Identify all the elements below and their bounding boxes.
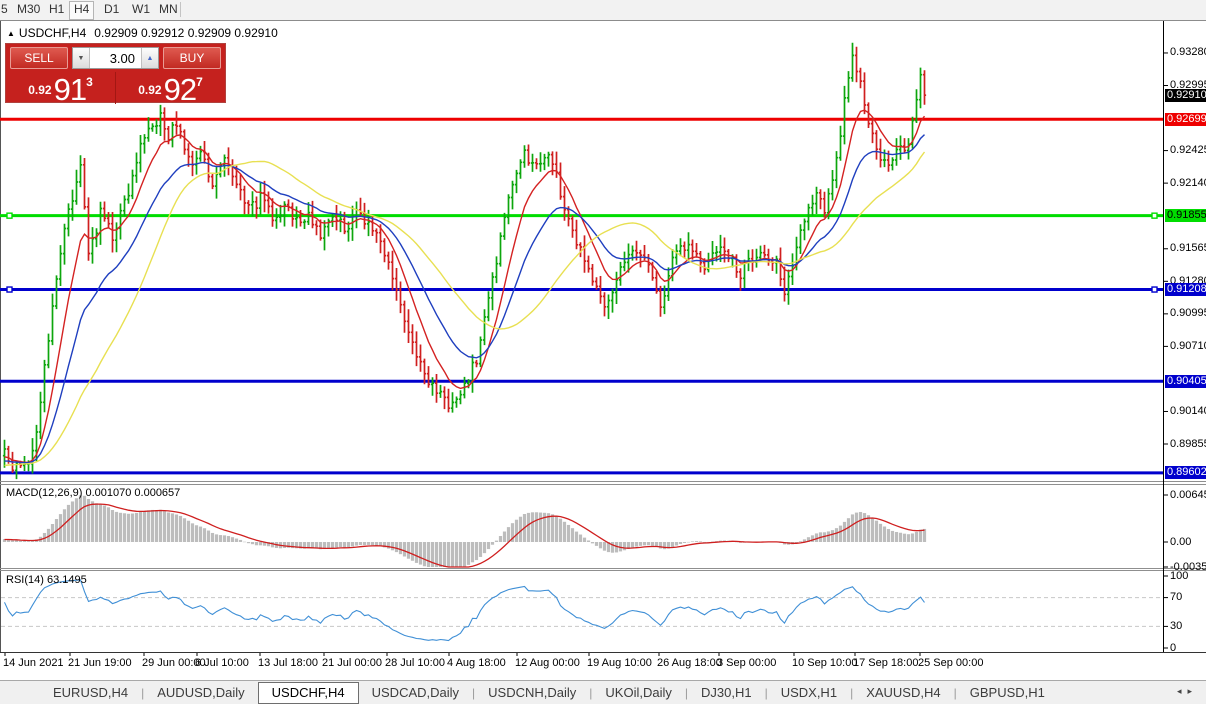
price-tick-label: 0.90995 bbox=[1170, 307, 1206, 319]
time-axis-label: 3 Sep 00:00 bbox=[717, 657, 776, 669]
tab-xauusd-h4[interactable]: XAUUSD,H4 bbox=[853, 682, 953, 704]
current-price-label: 0.92910 bbox=[1165, 89, 1206, 102]
tab-usdcad-daily[interactable]: USDCAD,Daily bbox=[359, 682, 472, 704]
tab-gbpusd-h1[interactable]: GBPUSD,H1 bbox=[957, 682, 1058, 704]
buy-button[interactable]: BUY bbox=[163, 47, 221, 69]
volume-decrease-button[interactable]: ▼ bbox=[73, 48, 90, 68]
tab-usdcnh-daily[interactable]: USDCNH,Daily bbox=[475, 682, 589, 704]
tab-audusd-daily[interactable]: AUDUSD,Daily bbox=[144, 682, 257, 704]
macd-tick-label: 0.00 bbox=[1170, 536, 1191, 548]
time-axis-label: 4 Aug 18:00 bbox=[447, 657, 506, 669]
rsi-indicator-label: RSI(14) 63.1495 bbox=[6, 574, 87, 586]
time-axis-label: 21 Jun 19:00 bbox=[68, 657, 132, 669]
buy-price-display[interactable]: 0.92927 bbox=[116, 72, 225, 104]
volume-input[interactable]: 3.00 bbox=[90, 48, 141, 68]
chart-title: ▲ USDCHF,H4 0.92909 0.92912 0.92909 0.9291… bbox=[7, 26, 278, 40]
mt4-window: 5M30H1H4D1W1MN ▲USDCHF,H40.92909 0.92912… bbox=[0, 0, 1206, 704]
hline-price-label[interactable]: 0.89602 bbox=[1165, 466, 1206, 479]
tab-eurusd-h4[interactable]: EURUSD,H4 bbox=[40, 682, 141, 704]
buy-price-point: 7 bbox=[196, 75, 203, 89]
time-axis-label: 13 Jul 18:00 bbox=[258, 657, 318, 669]
volume-increase-button[interactable]: ▲ bbox=[141, 48, 158, 68]
collapse-chart-icon[interactable]: ▲ bbox=[7, 29, 15, 38]
chart-ohlc-values: 0.92909 0.92912 0.92909 0.92910 bbox=[94, 26, 278, 40]
tab-ukoil-daily[interactable]: UKOil,Daily bbox=[592, 682, 684, 704]
price-tick-label: 0.90710 bbox=[1170, 340, 1206, 352]
sell-button[interactable]: SELL bbox=[10, 47, 68, 69]
rsi-tick-label: 30 bbox=[1170, 620, 1182, 632]
tab-scroll-arrows[interactable]: ◂▸ bbox=[1177, 686, 1198, 697]
tab-usdx-h1[interactable]: USDX,H1 bbox=[768, 682, 850, 704]
chart-symbol-period: USDCHF,H4 bbox=[19, 26, 86, 40]
sell-price-point: 3 bbox=[86, 75, 93, 89]
tab-dj30-h1[interactable]: DJ30,H1 bbox=[688, 682, 765, 704]
time-axis-label: 14 Jun 2021 bbox=[3, 657, 64, 669]
sell-price-pips: 91 bbox=[54, 72, 86, 107]
time-axis-label: 28 Jul 10:00 bbox=[385, 657, 445, 669]
rsi-tick-label: 100 bbox=[1170, 570, 1188, 582]
macd-indicator-label: MACD(12,26,9) 0.001070 0.000657 bbox=[6, 487, 180, 499]
sell-price-prefix: 0.92 bbox=[28, 83, 51, 97]
sell-price-display[interactable]: 0.92913 bbox=[6, 72, 116, 104]
time-axis-label: 25 Sep 00:00 bbox=[918, 657, 983, 669]
time-axis-label: 17 Sep 18:00 bbox=[853, 657, 918, 669]
rsi-tick-label: 70 bbox=[1170, 591, 1182, 603]
price-tick-label: 0.92140 bbox=[1170, 177, 1206, 189]
price-tick-label: 0.92425 bbox=[1170, 144, 1206, 156]
time-axis-label: 12 Aug 00:00 bbox=[515, 657, 580, 669]
price-tick-label: 0.93280 bbox=[1170, 46, 1206, 58]
time-axis-label: 19 Aug 10:00 bbox=[587, 657, 652, 669]
price-tick-label: 0.89855 bbox=[1170, 438, 1206, 450]
time-axis-label: 21 Jul 00:00 bbox=[322, 657, 382, 669]
buy-price-prefix: 0.92 bbox=[138, 83, 161, 97]
hline-price-label[interactable]: 0.91208 bbox=[1165, 283, 1206, 296]
price-tick-label: 0.91565 bbox=[1170, 242, 1206, 254]
time-axis-label: 6 Jul 10:00 bbox=[195, 657, 249, 669]
hline-price-label[interactable]: 0.92699 bbox=[1165, 113, 1206, 126]
hline-price-label[interactable]: 0.91855 bbox=[1165, 209, 1206, 222]
triangle-up-icon: ▲ bbox=[147, 55, 154, 62]
time-axis-label: 26 Aug 18:00 bbox=[657, 657, 722, 669]
tab-usdchf-h4[interactable]: USDCHF,H4 bbox=[258, 682, 359, 704]
time-axis-label: 10 Sep 10:00 bbox=[792, 657, 857, 669]
macd-tick-label: 0.006451 bbox=[1170, 489, 1206, 501]
rsi-tick-label: 0 bbox=[1170, 642, 1176, 654]
one-click-trading-panel: SELL ▼ 3.00 ▲ BUY 0.92913 0.92927 bbox=[5, 43, 226, 103]
buy-price-pips: 92 bbox=[164, 72, 196, 107]
price-tick-label: 0.90140 bbox=[1170, 405, 1206, 417]
triangle-down-icon: ▼ bbox=[78, 55, 85, 62]
volume-spinner[interactable]: ▼ 3.00 ▲ bbox=[72, 47, 159, 69]
chart-tab-bar: EURUSD,H4|AUDUSD,DailyUSDCHF,H4USDCAD,Da… bbox=[0, 680, 1206, 704]
hline-price-label[interactable]: 0.90405 bbox=[1165, 375, 1206, 388]
